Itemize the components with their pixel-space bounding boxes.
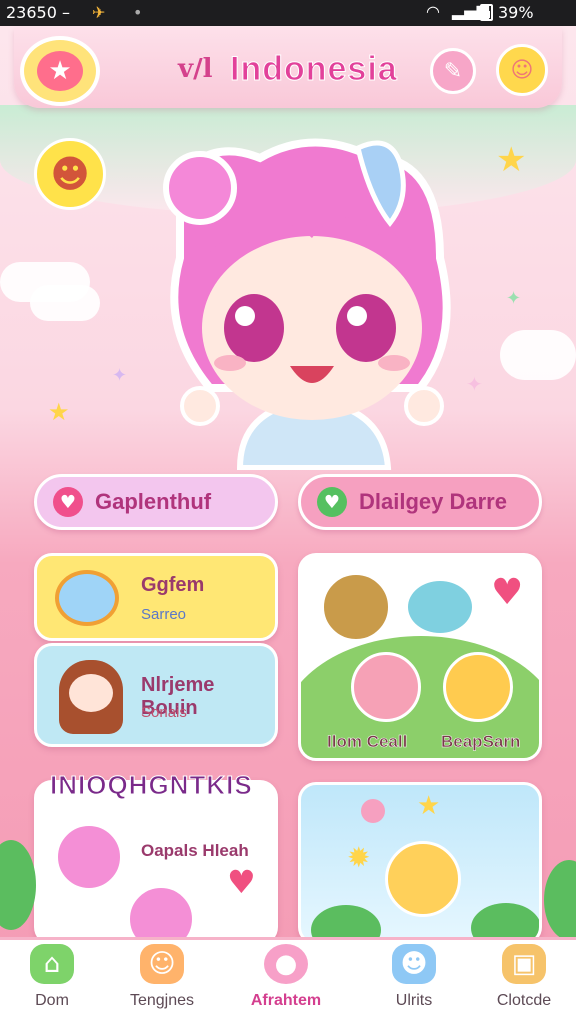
nav-home[interactable]: ⌂ Dom: [2, 944, 102, 1020]
nav-closet-label: Clotcde: [496, 992, 552, 1009]
laughing-face-icon: ☻: [50, 152, 90, 196]
star-icon: ★: [37, 51, 83, 91]
cat-icon: [351, 652, 421, 722]
section-item-label: Oapals Hleah: [141, 841, 249, 860]
blob-icon: ●: [264, 944, 308, 984]
girl-avatar: [385, 841, 461, 917]
star-icon: ★: [496, 140, 527, 180]
kid-icon: [443, 652, 513, 722]
chibi-avatar: [55, 823, 123, 891]
green-heart-icon: ♥: [317, 487, 347, 517]
battery-icon: [480, 4, 493, 21]
section-heading: INIOQHGNTKIS: [50, 770, 253, 801]
header-prefix: v/l: [178, 54, 213, 84]
star-icon: ★: [417, 791, 441, 821]
box-icon: ▣: [502, 944, 546, 984]
favorites-button[interactable]: ♥ Gaplenthuf: [34, 474, 278, 530]
heart-icon: ♥: [227, 863, 256, 901]
nav-units-label: Ulrits: [395, 992, 433, 1009]
profile-button[interactable]: ☺: [496, 44, 548, 96]
bear-icon: [321, 572, 391, 642]
game-card[interactable]: Ggfem Sarreo: [34, 553, 278, 641]
character-card[interactable]: Nlrjeme Bouin Sonais: [34, 643, 278, 747]
settings-button[interactable]: ✎: [430, 48, 476, 94]
cloud-decoration: [30, 285, 100, 321]
nav-characters-label: Tengjnes: [129, 992, 195, 1009]
nav-home-label: Dom: [35, 992, 69, 1009]
nav-characters[interactable]: ☺ Tengjnes: [112, 944, 212, 1020]
bush-decoration: [0, 840, 36, 930]
sparkle-icon: ✦: [112, 365, 128, 386]
game-card-subtitle: Sarreo: [141, 606, 187, 623]
sparkle-icon: ✦: [506, 288, 522, 309]
wifi-icon: ◠: [426, 2, 440, 21]
smiley-icon: ☺: [510, 57, 534, 83]
daily-button[interactable]: ♥ Dlailgey Darre: [298, 474, 542, 530]
animal-label-left: Ilom Ceall: [327, 732, 408, 752]
notification-dot-icon: •: [133, 3, 143, 22]
app-logo[interactable]: ★: [20, 36, 100, 106]
brush-icon: ✎: [443, 58, 463, 84]
bush-decoration: [544, 860, 576, 940]
heart-icon: ♥: [53, 487, 83, 517]
robot-icon: ☻: [392, 944, 436, 984]
page-title: Indonesia: [230, 50, 398, 89]
airplane-icon: ✈: [92, 3, 106, 22]
heart-icon: ♥: [491, 572, 524, 613]
status-time: 23650 –: [6, 3, 70, 22]
status-bar: 23650 – ✈ • ◠ ▂▄▆ 39%: [0, 0, 576, 26]
nav-units[interactable]: ☻ Ulrits: [364, 944, 464, 1020]
section-card[interactable]: Oapals Hleah ♥: [34, 780, 278, 945]
chibi-avatar: [127, 885, 195, 942]
daily-label: Dlailgey Darre: [359, 489, 507, 514]
sun-icon: ✹: [347, 841, 371, 874]
character-card-subtitle: Sonais: [141, 704, 187, 721]
nav-closet[interactable]: ▣ Clotcde: [474, 944, 574, 1020]
battery-percent: 39%: [498, 3, 534, 22]
emoji-button[interactable]: ☻: [34, 138, 106, 210]
animals-card[interactable]: ♥ Ilom Ceall BeapSarn: [298, 553, 542, 761]
chibi-character: [163, 138, 451, 470]
nav-active-label: Afrahtem: [250, 992, 322, 1009]
home-icon: ⌂: [30, 944, 74, 984]
cloud-decoration: [500, 330, 576, 380]
nav-active[interactable]: ● Afrahtem: [236, 944, 336, 1020]
girl-avatar: [59, 660, 123, 734]
dragon-icon: [405, 578, 475, 636]
character-icon: ☺: [140, 944, 184, 984]
balloon-icon: [361, 799, 385, 823]
game-card-title: Ggfem: [141, 574, 205, 596]
star-icon: ★: [48, 398, 70, 426]
favorites-label: Gaplenthuf: [95, 489, 212, 514]
animal-label-right: BeapSarn: [441, 732, 521, 752]
scene-card[interactable]: ★ ✹: [298, 782, 542, 945]
ufo-icon: [55, 570, 119, 626]
